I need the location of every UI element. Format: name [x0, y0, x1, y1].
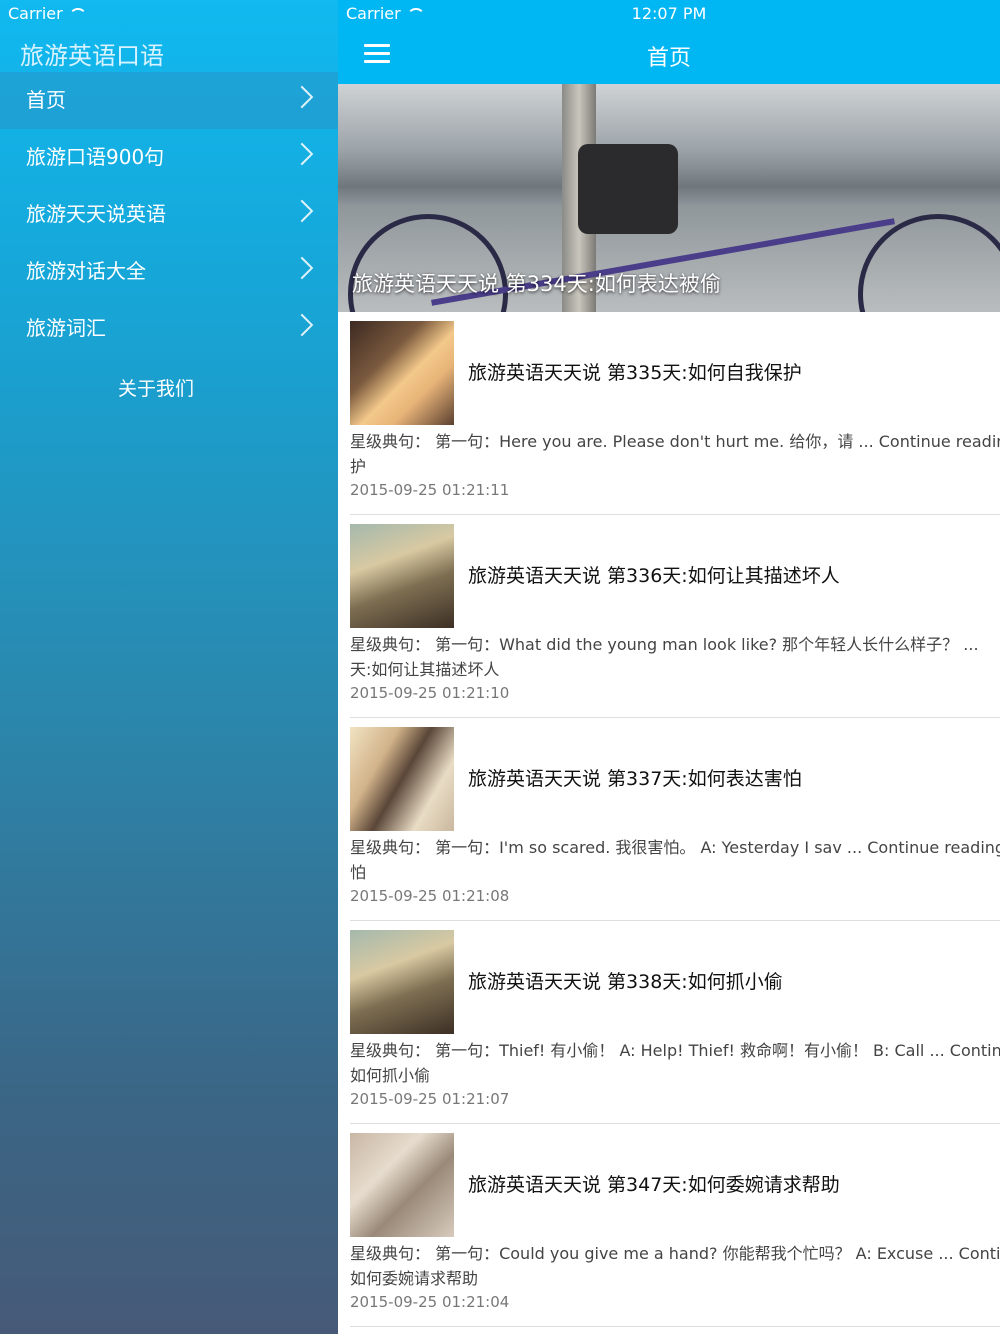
article-excerpt: 星级典句： 第一句：Here you are. Please don't hur…: [350, 432, 1000, 451]
chevron-right-icon: [290, 256, 314, 280]
chevron-right-icon: [290, 142, 314, 166]
list-item[interactable]: 旅游英语天天说 第335天:如何自我保护 星级典句： 第一句：Here you …: [350, 312, 1000, 515]
article-title: 旅游英语天天说 第347天:如何委婉请求帮助: [468, 1174, 840, 1196]
article-date: 2015-09-25 01:21:07: [350, 1090, 510, 1108]
status-bar: Carrier 12:07 PM: [338, 4, 1000, 24]
article-list: 旅游英语天天说 第335天:如何自我保护 星级典句： 第一句：Here you …: [338, 312, 1000, 1327]
article-thumbnail: [350, 930, 454, 1034]
sidebar-item-dialogues[interactable]: 旅游对话大全: [0, 243, 338, 300]
chevron-right-icon: [290, 313, 314, 337]
sidebar-title: 旅游英语口语: [20, 42, 164, 70]
article-date: 2015-09-25 01:21:10: [350, 684, 510, 702]
sidebar-status-bar: Carrier: [8, 4, 87, 23]
article-title: 旅游英语天天说 第338天:如何抓小偷: [468, 971, 783, 993]
list-item[interactable]: 旅游英语天天说 第336天:如何让其描述坏人 星级典句： 第一句：What di…: [350, 515, 1000, 718]
sidebar-item-label: 旅游口语900句: [26, 145, 165, 169]
wifi-icon: [68, 7, 87, 20]
sidebar-item-label: 旅游对话大全: [26, 259, 146, 283]
sidebar-item-label: 旅游天天说英语: [26, 202, 166, 226]
article-title: 旅游英语天天说 第337天:如何表达害怕: [468, 768, 802, 790]
featured-article-caption: 旅游英语天天说 第334天:如何表达被偷: [352, 272, 721, 296]
navigation-bar: Carrier 12:07 PM 首页: [338, 0, 1000, 84]
article-excerpt: 星级典句： 第一句：Could you give me a hand? 你能帮我…: [350, 1244, 1000, 1263]
article-thumbnail: [350, 1133, 454, 1237]
chevron-right-icon: [290, 85, 314, 109]
article-title: 旅游英语天天说 第336天:如何让其描述坏人: [468, 565, 840, 587]
chevron-right-icon: [290, 199, 314, 223]
sidebar-item-900-phrases[interactable]: 旅游口语900句: [0, 129, 338, 186]
sidebar-item-home[interactable]: 首页: [0, 72, 338, 129]
sidebar-item-daily-english[interactable]: 旅游天天说英语: [0, 186, 338, 243]
article-excerpt: 星级典句： 第一句：What did the young man look li…: [350, 635, 979, 654]
article-excerpt: 星级典句： 第一句：Thief! 有小偷！ A: Help! Thief! 救命…: [350, 1041, 1000, 1060]
list-item[interactable]: 旅游英语天天说 第347天:如何委婉请求帮助 星级典句： 第一句：Could y…: [350, 1124, 1000, 1327]
featured-article-banner[interactable]: 旅游英语天天说 第334天:如何表达被偷: [338, 84, 1000, 312]
about-us-link[interactable]: 关于我们: [0, 374, 312, 401]
article-thumbnail: [350, 524, 454, 628]
carrier-label: Carrier: [8, 4, 63, 23]
sidebar-menu: 首页 旅游口语900句 旅游天天说英语 旅游对话大全 旅游词汇: [0, 72, 338, 357]
sidebar-item-label: 首页: [26, 88, 66, 112]
article-date: 2015-09-25 01:21:04: [350, 1293, 510, 1311]
sidebar-item-vocabulary[interactable]: 旅游词汇: [0, 300, 338, 357]
article-thumbnail: [350, 321, 454, 425]
article-thumbnail: [350, 727, 454, 831]
article-excerpt-continued: 护: [350, 457, 367, 476]
article-excerpt-continued: 天:如何让其描述坏人: [350, 660, 500, 679]
list-item[interactable]: 旅游英语天天说 第338天:如何抓小偷 星级典句： 第一句：Thief! 有小偷…: [350, 921, 1000, 1124]
article-excerpt-continued: 如何抓小偷: [350, 1066, 431, 1085]
article-date: 2015-09-25 01:21:11: [350, 481, 510, 499]
page-title: 首页: [646, 46, 691, 71]
list-item[interactable]: 旅游英语天天说 第337天:如何表达害怕 星级典句： 第一句：I'm so sc…: [350, 718, 1000, 921]
status-time: 12:07 PM: [631, 4, 707, 23]
article-excerpt-continued: 如何委婉请求帮助: [350, 1269, 479, 1288]
article-excerpt-continued: 怕: [350, 863, 367, 882]
sidebar-item-label: 旅游词汇: [26, 316, 106, 340]
article-excerpt: 星级典句： 第一句：I'm so scared. 我很害怕。 A: Yester…: [350, 838, 1000, 857]
main-panel: Carrier 12:07 PM 首页 旅游英语天天说 第334天:如何表达被偷…: [338, 0, 1000, 1334]
article-date: 2015-09-25 01:21:08: [350, 887, 510, 905]
sidebar: Carrier 旅游英语口语 首页 旅游口语900句 旅游天天说英语 旅游对话大…: [0, 0, 338, 1334]
article-title: 旅游英语天天说 第335天:如何自我保护: [468, 362, 802, 384]
